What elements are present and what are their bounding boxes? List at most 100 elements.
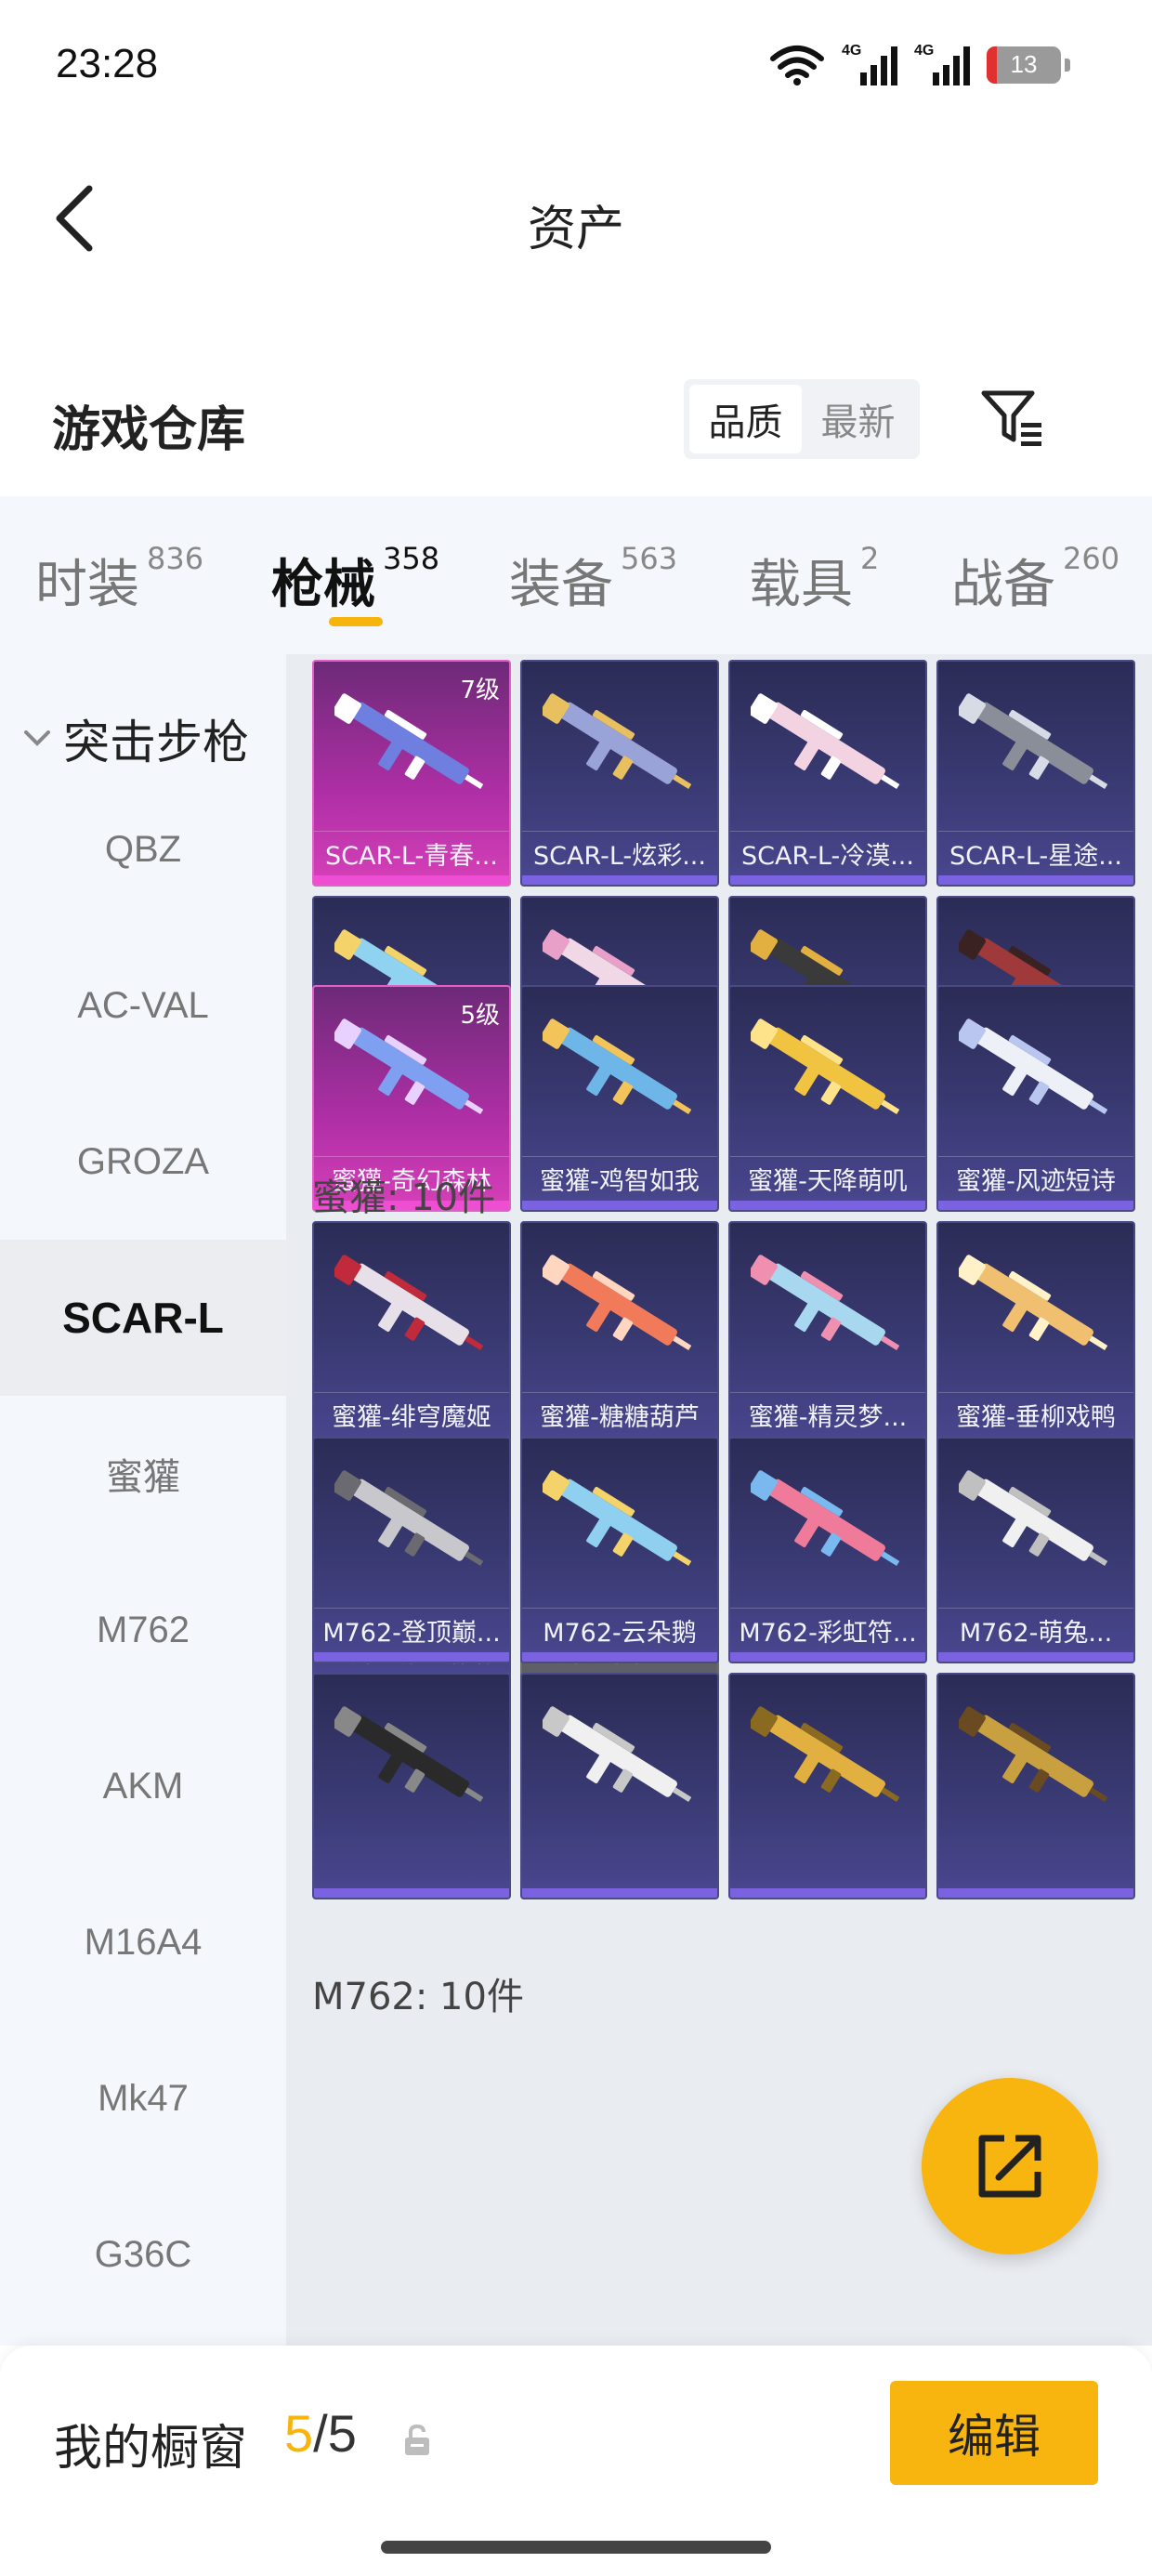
tab-label: 枪械 xyxy=(271,555,375,615)
quality-strip xyxy=(938,1888,1133,1898)
quality-strip xyxy=(522,1201,717,1210)
weapon-card[interactable]: SCAR-L-炫彩... xyxy=(520,660,719,887)
weapon-card[interactable]: 蜜獾-绯穹魔姬 xyxy=(312,1221,511,1448)
group-header-m762: M762: 10件 xyxy=(312,1976,524,2018)
tab-label: 时装 xyxy=(35,555,139,615)
sort-option-latest[interactable]: 最新 xyxy=(802,385,914,453)
weapon-icon xyxy=(956,1017,1117,1128)
weapon-card[interactable] xyxy=(312,1673,511,1899)
sidebar-item-scar-l[interactable]: SCAR-L xyxy=(0,1240,286,1396)
tab-gear[interactable]: 战备 260 xyxy=(951,541,1120,618)
weapon-card[interactable]: 蜜獾-糖糖葫芦 xyxy=(520,1221,719,1448)
share-button[interactable] xyxy=(922,2078,1098,2254)
section-title: 游戏仓库 xyxy=(52,402,246,458)
weapon-icon xyxy=(540,1017,700,1128)
weapon-name: 蜜獾-鸡智如我 xyxy=(522,1156,717,1201)
weapon-icon xyxy=(748,1704,909,1816)
weapon-image xyxy=(332,1470,484,1567)
weapon-image xyxy=(956,1706,1108,1803)
weapon-card[interactable]: 蜜獾-垂柳戏鸭 xyxy=(936,1221,1135,1448)
weapon-icon xyxy=(748,1253,909,1364)
weapon-card[interactable]: 蜜獾-天降萌叽 xyxy=(728,985,927,1212)
weapon-icon xyxy=(332,1253,492,1364)
weapon-card[interactable] xyxy=(936,1673,1135,1899)
filter-icon xyxy=(981,390,1041,446)
showcase-total: 5 xyxy=(327,2404,357,2463)
chevron-down-icon xyxy=(24,730,50,746)
weapon-name: SCAR-L-冷漠... xyxy=(730,831,925,875)
sidebar-item-qbz[interactable]: QBZ xyxy=(0,771,286,927)
weapon-name: 蜜獾-天降萌叽 xyxy=(730,1156,925,1201)
sidebar-group-assault-rifles[interactable]: 突击步枪 xyxy=(0,706,286,771)
page-title: 资产 xyxy=(527,202,624,257)
weapon-image xyxy=(956,1019,1108,1115)
weapon-card[interactable]: SCAR-L-冷漠... xyxy=(728,660,927,887)
weapon-icon xyxy=(748,1017,909,1128)
weapon-name: 蜜獾-精灵梦... xyxy=(730,1392,925,1437)
quality-strip xyxy=(730,1201,925,1210)
weapon-card[interactable]: 蜜獾-鸡智如我 xyxy=(520,985,719,1212)
edit-button[interactable]: 编辑 xyxy=(890,2381,1098,2485)
weapon-icon xyxy=(956,1468,1117,1580)
tab-equipment[interactable]: 装备 563 xyxy=(509,541,677,618)
weapon-icon xyxy=(332,1468,492,1580)
battery-level: 13 xyxy=(1010,50,1038,78)
sidebar-item-m16a4[interactable]: M16A4 xyxy=(0,1864,286,2020)
tab-weapons[interactable]: 枪械 358 xyxy=(271,541,439,618)
sort-toggle: 品质 最新 xyxy=(684,379,920,459)
sidebar-item-g36c[interactable]: G36C xyxy=(0,2176,286,2333)
showcase-count: 5/5 xyxy=(284,2404,357,2463)
quality-strip xyxy=(314,1652,509,1662)
battery-icon: 13 xyxy=(987,46,1061,84)
sidebar-item-honey-badger[interactable]: 蜜獾 xyxy=(0,1396,286,1552)
showcase-current: 5 xyxy=(284,2404,314,2463)
weapon-image xyxy=(956,1470,1108,1567)
weapon-icon xyxy=(956,1253,1117,1364)
weapon-card[interactable]: 7级 SCAR-L-青春... xyxy=(312,660,511,887)
tab-fashion[interactable]: 时装 836 xyxy=(35,541,203,618)
weapon-icon xyxy=(332,691,492,803)
tab-count: 260 xyxy=(1063,541,1120,576)
sidebar-group-label: 突击步枪 xyxy=(63,716,249,769)
weapon-name: SCAR-L-星途... xyxy=(938,831,1133,875)
tab-count: 2 xyxy=(860,541,880,576)
status-time: 23:28 xyxy=(56,41,159,86)
weapon-name: M762-彩虹符... xyxy=(730,1608,925,1652)
quality-strip xyxy=(938,875,1133,885)
sort-option-quality[interactable]: 品质 xyxy=(689,385,802,453)
weapon-card[interactable]: M762-彩虹符... xyxy=(728,1437,927,1663)
sidebar-item-akm[interactable]: AKM xyxy=(0,1708,286,1864)
weapon-image xyxy=(332,693,484,790)
weapon-card[interactable] xyxy=(520,1673,719,1899)
weapon-image xyxy=(332,1255,484,1351)
weapon-card[interactable]: M762-登顶巅... xyxy=(312,1437,511,1663)
sidebar-item-mk47[interactable]: Mk47 xyxy=(0,2020,286,2176)
sidebar-item-groza[interactable]: GROZA xyxy=(0,1084,286,1240)
weapon-image xyxy=(748,1019,900,1115)
weapon-icon xyxy=(332,1017,492,1128)
weapon-image xyxy=(956,1255,1108,1351)
lock-icon xyxy=(401,2424,433,2461)
weapon-card[interactable]: 蜜獾-风迹短诗 xyxy=(936,985,1135,1212)
weapon-image xyxy=(540,693,692,790)
tab-vehicles[interactable]: 载具 2 xyxy=(749,541,880,618)
status-bar: 23:28 4G 4G 13 xyxy=(0,0,1152,130)
weapon-card[interactable]: M762-萌兔... xyxy=(936,1437,1135,1663)
weapon-card[interactable]: 蜜獾-精灵梦... xyxy=(728,1221,927,1448)
home-indicator[interactable] xyxy=(381,2541,771,2554)
weapon-name: 蜜獾-糖糖葫芦 xyxy=(522,1392,717,1437)
wifi-icon xyxy=(769,44,825,86)
signal-icon: 4G xyxy=(914,43,970,87)
weapon-card[interactable]: M762-云朵鹅 xyxy=(520,1437,719,1663)
quality-strip xyxy=(730,875,925,885)
weapon-name: M762-云朵鹅 xyxy=(522,1608,717,1652)
quality-strip xyxy=(730,1888,925,1898)
sidebar-item-ac-val[interactable]: AC-VAL xyxy=(0,927,286,1084)
active-tab-indicator xyxy=(329,617,383,626)
weapon-card[interactable] xyxy=(728,1673,927,1899)
weapon-image xyxy=(748,1470,900,1567)
sidebar-item-m762[interactable]: M762 xyxy=(0,1552,286,1708)
weapon-name: M762-登顶巅... xyxy=(314,1608,509,1652)
filter-button[interactable] xyxy=(977,381,1048,455)
weapon-card[interactable]: SCAR-L-星途... xyxy=(936,660,1135,887)
